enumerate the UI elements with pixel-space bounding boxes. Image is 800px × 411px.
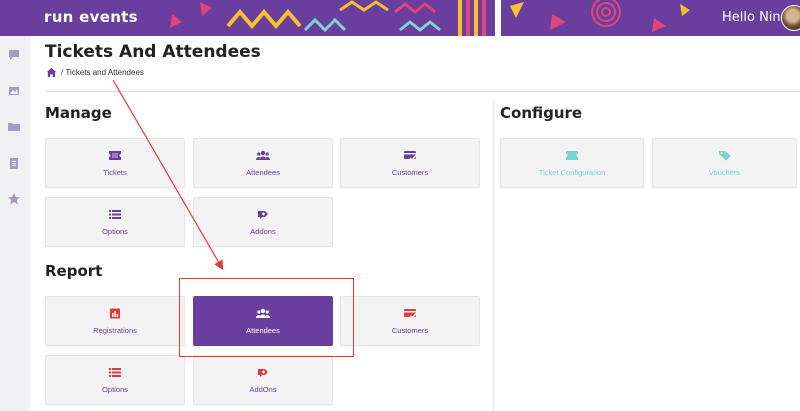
addon-icon	[258, 368, 268, 377]
report-customers-tile[interactable]: Customers	[340, 296, 480, 346]
addon-icon	[258, 210, 268, 219]
tile-label: Addons	[250, 226, 276, 236]
bar-chart-icon	[110, 308, 120, 318]
header-gap	[495, 0, 501, 36]
tag-icon	[718, 150, 731, 160]
highlight-box	[179, 278, 354, 357]
vouchers-tile[interactable]: Vouchers	[652, 138, 797, 188]
chat-icon[interactable]	[7, 48, 21, 62]
list-icon	[109, 367, 121, 377]
manage-addons-tile[interactable]: Addons	[193, 197, 333, 247]
sidebar	[0, 36, 30, 411]
manage-tickets-tile[interactable]: Tickets	[45, 138, 185, 188]
manage-customers-tile[interactable]: Customers	[340, 138, 480, 188]
report-section-title: Report	[45, 262, 103, 280]
ticket-icon	[566, 150, 578, 160]
breadcrumb: / Tickets and Attendees	[46, 67, 144, 78]
breadcrumb-current[interactable]: Tickets and Attendees	[65, 68, 143, 77]
tile-label: Ticket Configuration	[538, 167, 606, 177]
manage-section-title: Manage	[45, 104, 112, 122]
ticket-icon	[109, 150, 121, 160]
manage-attendees-tile[interactable]: Attendees	[193, 138, 333, 188]
tile-label: Options	[102, 226, 128, 236]
tile-label: Options	[102, 384, 128, 394]
folder-icon[interactable]	[7, 120, 21, 134]
report-options-tile[interactable]: Options	[45, 355, 185, 405]
image-icon[interactable]	[7, 84, 21, 98]
top-header: run events Hello Nina	[0, 0, 800, 36]
user-greeting[interactable]: Hello Nina	[722, 10, 789, 25]
customer-card-icon	[404, 150, 417, 161]
tile-label: Tickets	[103, 167, 127, 177]
tile-label: Customers	[391, 325, 429, 335]
tile-label: Vouchers	[708, 167, 741, 177]
tile-label: Registrations	[93, 325, 137, 335]
ticket-configuration-tile[interactable]: Ticket Configuration	[500, 138, 644, 188]
tile-label: AddOns	[249, 384, 277, 394]
list-icon	[109, 209, 121, 219]
home-icon[interactable]	[46, 67, 57, 78]
user-avatar[interactable]	[781, 5, 800, 31]
users-icon	[256, 150, 270, 160]
star-icon[interactable]	[7, 192, 21, 206]
configure-section-title: Configure	[500, 104, 583, 122]
tile-label: Attendees	[246, 167, 280, 177]
clipboard-icon[interactable]	[7, 156, 21, 170]
tile-label: Customers	[391, 167, 429, 177]
header-divider	[45, 91, 800, 92]
report-registrations-tile[interactable]: Registrations	[45, 296, 185, 346]
page-title: Tickets And Attendees	[45, 42, 261, 62]
column-divider	[493, 100, 494, 411]
manage-options-tile[interactable]: Options	[45, 197, 185, 247]
customer-card-icon	[404, 308, 417, 319]
report-addons-tile[interactable]: AddOns	[193, 355, 333, 405]
breadcrumb-separator: /	[61, 68, 64, 77]
brand-logo[interactable]: run events	[44, 8, 138, 26]
